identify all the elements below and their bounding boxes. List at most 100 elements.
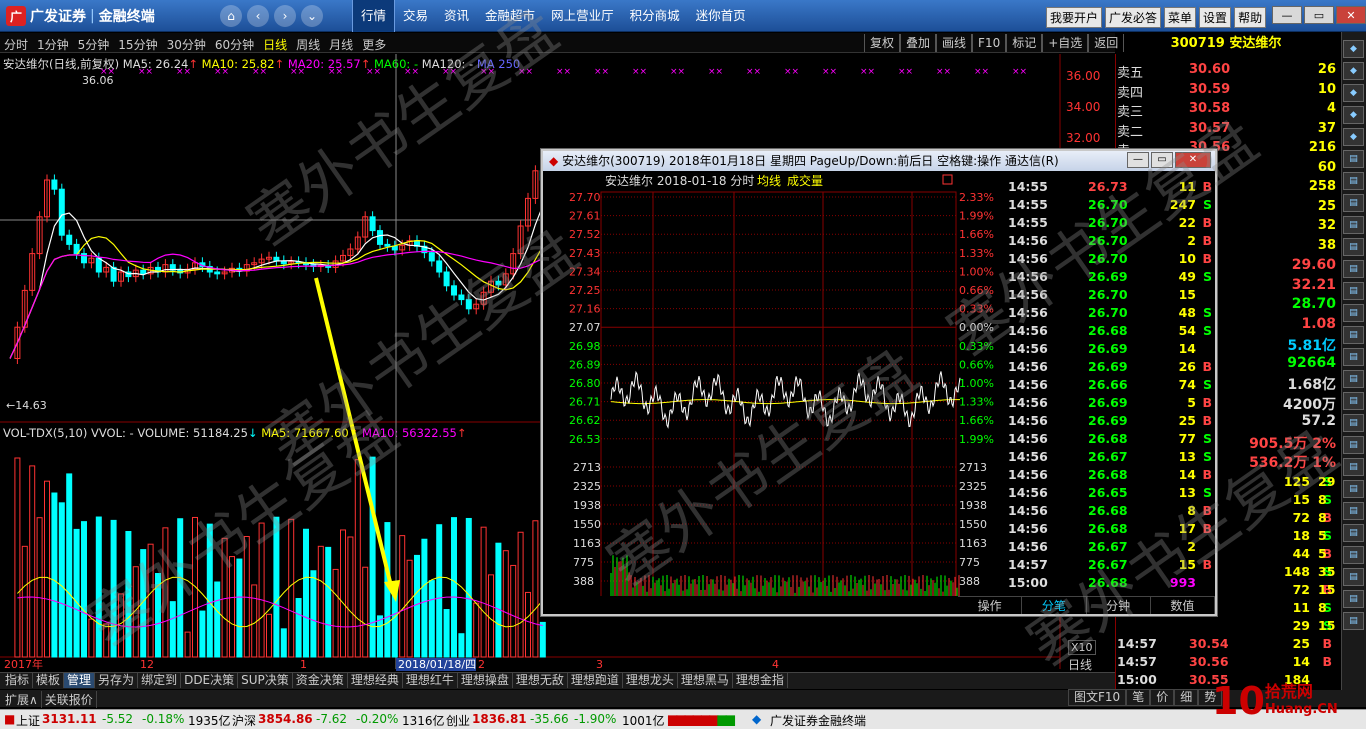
app-icon: ◆ [752, 712, 762, 726]
chart-tool-button[interactable]: 标记 [1006, 34, 1043, 52]
indicator-tab[interactable]: 理想金指 [733, 673, 788, 688]
side-tool-icon[interactable]: ▤ [1343, 458, 1364, 476]
indicator-tab[interactable]: 绑定到 [138, 673, 182, 688]
chart-tool-button[interactable]: +自选 [1042, 34, 1089, 52]
nav-item[interactable]: 行情 [352, 0, 396, 32]
popup-tab[interactable]: 分笔 [1022, 597, 1087, 614]
timeframe-tab[interactable]: 1分钟 [37, 36, 69, 53]
maximize-button[interactable]: ▭ [1304, 6, 1334, 24]
side-tool-icon[interactable]: ▤ [1343, 194, 1364, 212]
nav-item[interactable]: 交易 [395, 0, 436, 32]
nav-item[interactable]: 网上营业厅 [543, 0, 622, 32]
side-tool-icon[interactable]: ▤ [1343, 172, 1364, 190]
popup-tick-side: B [1202, 359, 1212, 374]
popup-close-button[interactable]: ✕ [1175, 152, 1211, 168]
timeframe-tab[interactable]: 15分钟 [118, 36, 157, 53]
collapse-icon[interactable]: ⌄ [301, 5, 323, 27]
candle-body [95, 257, 102, 273]
side-tool-icon[interactable]: ▤ [1343, 612, 1364, 630]
intraday-popup[interactable]: ◆ 安达维尔(300719) 2018年01月18日 星期四 PageUp/Do… [541, 149, 1217, 616]
popup-title[interactable]: ◆ 安达维尔(300719) 2018年01月18日 星期四 PageUp/Do… [543, 151, 1215, 171]
chart-tool-button[interactable]: 画线 [936, 34, 973, 52]
side-tool-icon[interactable]: ▤ [1343, 238, 1364, 256]
timeframe-tab[interactable]: 周线 [296, 36, 320, 53]
chart-tool-button[interactable]: F10 [972, 34, 1007, 52]
side-tool-icon[interactable]: ▤ [1343, 392, 1364, 410]
top-link[interactable]: 广发必答 [1105, 7, 1162, 28]
popup-title-text: 安达维尔(300719) 2018年01月18日 星期四 PageUp/Down… [562, 154, 1059, 168]
popup-maximize-button[interactable]: ▭ [1151, 152, 1173, 168]
indicator-tab[interactable]: 理想经典 [348, 673, 403, 688]
side-tool-icon[interactable]: ▤ [1343, 282, 1364, 300]
back-icon[interactable]: ‹ [247, 5, 269, 27]
top-link[interactable]: 我要开户 [1046, 7, 1103, 28]
timeframe-tab[interactable]: 月线 [329, 36, 353, 53]
side-tool-button[interactable]: ◆ [1343, 62, 1364, 80]
indicator-tab[interactable]: DDE决策 [181, 673, 239, 688]
nav-item[interactable]: 迷你首页 [688, 0, 754, 32]
side-tool-button[interactable]: ◆ [1343, 84, 1364, 102]
indicator-tab[interactable]: 模板 [33, 673, 65, 688]
side-tool-icon[interactable]: ▤ [1343, 436, 1364, 454]
nav-item[interactable]: 资讯 [436, 0, 477, 32]
side-tool-icon[interactable]: ▤ [1343, 414, 1364, 432]
side-tool-icon[interactable]: ▤ [1343, 546, 1364, 564]
chart-tool-button[interactable]: 叠加 [900, 34, 937, 52]
timeframe-tab[interactable]: 日线 [263, 36, 287, 53]
indicator-tab[interactable]: 理想操盘 [458, 673, 513, 688]
home-icon[interactable]: ⌂ [220, 5, 242, 27]
side-tool-icon[interactable]: ▤ [1343, 480, 1364, 498]
timeframe-tab[interactable]: 30分钟 [167, 36, 206, 53]
forward-icon[interactable]: › [274, 5, 296, 27]
top-link[interactable]: 菜单 [1164, 7, 1197, 28]
nav-item[interactable]: 金融超市 [477, 0, 543, 32]
side-tool-button[interactable]: ◆ [1343, 106, 1364, 124]
top-link[interactable]: 设置 [1199, 7, 1232, 28]
zoom-label[interactable]: X10 [1068, 640, 1096, 655]
side-tool-icon[interactable]: ▤ [1343, 260, 1364, 278]
popup-tick-price: 26.67 [1088, 539, 1128, 554]
timeframe-tab[interactable]: 更多 [362, 36, 386, 53]
minimize-button[interactable]: — [1272, 6, 1302, 24]
timeframe-tab[interactable]: 分时 [4, 36, 28, 53]
side-tool-button[interactable]: ◆ [1343, 128, 1364, 146]
quote-tab[interactable]: 价 [1150, 689, 1175, 706]
side-tool-icon[interactable]: ▤ [1343, 216, 1364, 234]
f10-tab[interactable]: 图文F10 [1068, 689, 1127, 706]
close-button[interactable]: ✕ [1336, 6, 1366, 24]
indicator-tab[interactable]: 理想跑道 [568, 673, 623, 688]
side-tool-button[interactable]: ◆ [1343, 40, 1364, 58]
side-tool-icon[interactable]: ▤ [1343, 348, 1364, 366]
side-tool-icon[interactable]: ▤ [1343, 568, 1364, 586]
popup-tab[interactable]: 分钟 [1087, 597, 1151, 614]
quote-tab[interactable]: 笔 [1126, 689, 1151, 706]
side-tool-icon[interactable]: ▤ [1343, 502, 1364, 520]
period-label[interactable]: 日线 [1068, 656, 1092, 673]
nav-item[interactable]: 积分商城 [622, 0, 688, 32]
indicator-tab[interactable]: 理想黑马 [678, 673, 733, 688]
side-tool-icon[interactable]: ▤ [1343, 150, 1364, 168]
popup-minimize-button[interactable]: — [1127, 152, 1149, 168]
indicator-tab[interactable]: 理想红牛 [403, 673, 458, 688]
side-tool-icon[interactable]: ▤ [1343, 370, 1364, 388]
indicator-tab[interactable]: 管理 [64, 673, 96, 688]
indicator-tab[interactable]: 指标 [2, 673, 34, 688]
indicator-tab[interactable]: SUP决策 [238, 673, 293, 688]
quote-tab[interactable]: 细 [1174, 689, 1199, 706]
popup-tab[interactable]: 操作 [958, 597, 1023, 614]
side-tool-icon[interactable]: ▤ [1343, 326, 1364, 344]
top-link[interactable]: 帮助 [1234, 7, 1267, 28]
expand-tab[interactable]: 扩展∧ [2, 691, 42, 708]
indicator-tab[interactable]: 理想龙头 [623, 673, 678, 688]
side-tool-icon[interactable]: ▤ [1343, 524, 1364, 542]
popup-tab[interactable]: 数值 [1151, 597, 1215, 614]
indicator-tab[interactable]: 另存为 [95, 673, 139, 688]
chart-tool-button[interactable]: 复权 [864, 34, 901, 52]
timeframe-tab[interactable]: 5分钟 [78, 36, 110, 53]
indicator-tab[interactable]: 理想无敌 [513, 673, 568, 688]
timeframe-tab[interactable]: 60分钟 [215, 36, 254, 53]
indicator-tab[interactable]: 资金决策 [293, 673, 348, 688]
side-tool-icon[interactable]: ▤ [1343, 590, 1364, 608]
expand-tab[interactable]: 关联报价 [42, 691, 97, 708]
side-tool-icon[interactable]: ▤ [1343, 304, 1364, 322]
